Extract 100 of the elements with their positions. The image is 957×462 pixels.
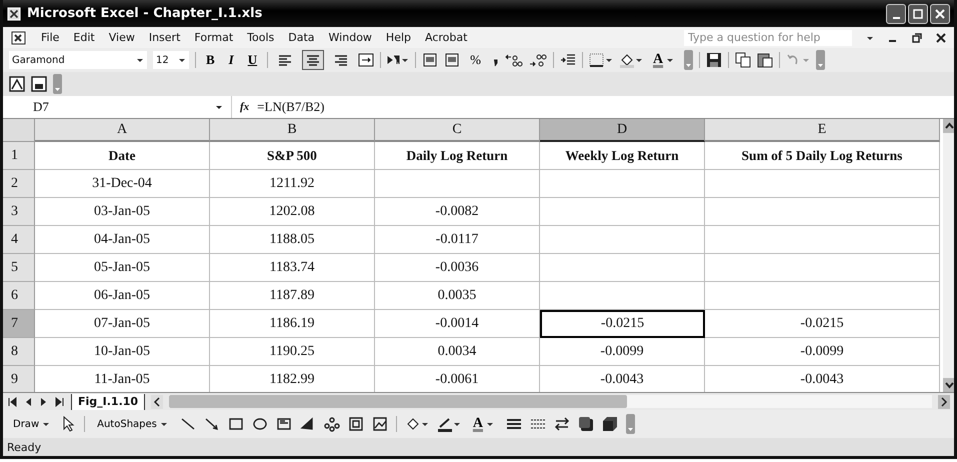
menu-item[interactable]: Help <box>386 31 411 44</box>
table-cell[interactable] <box>540 254 705 282</box>
insert-function-button[interactable]: fx <box>232 101 258 113</box>
table-cell[interactable] <box>705 198 940 226</box>
text-box-icon[interactable] <box>276 416 292 432</box>
underline-button[interactable]: U <box>244 50 262 70</box>
scroll-down-icon[interactable] <box>943 378 954 392</box>
table-cell[interactable]: Sum of 5 Daily Log Returns <box>705 142 940 170</box>
autoshapes-menu-button[interactable]: AutoShapes <box>93 414 172 434</box>
first-sheet-icon[interactable] <box>7 396 17 406</box>
menu-item[interactable]: Edit <box>73 31 95 44</box>
line-icon[interactable] <box>180 416 196 432</box>
minimize-button[interactable] <box>886 4 906 24</box>
image-icon[interactable] <box>372 416 388 432</box>
table-cell[interactable]: S&P 500 <box>210 142 375 170</box>
table-cell[interactable]: -0.0215 <box>705 310 940 338</box>
menu-item[interactable]: Insert <box>148 31 180 44</box>
table-cell[interactable]: 1202.08 <box>210 198 375 226</box>
toolbar-options-icon[interactable] <box>53 74 62 94</box>
vertical-scrollbar[interactable] <box>943 119 954 392</box>
menu-item[interactable]: Tools <box>247 31 274 44</box>
toolbar-options-icon[interactable] <box>816 50 826 70</box>
table-cell[interactable]: 1183.74 <box>210 254 375 282</box>
table-cell[interactable]: -0.0036 <box>375 254 540 282</box>
sheet-tab[interactable]: Fig_I.1.10 <box>71 394 146 410</box>
row-header[interactable]: 9 <box>3 366 35 392</box>
table-cell[interactable]: 1186.19 <box>210 310 375 338</box>
column-header[interactable]: A <box>35 119 210 142</box>
table-cell[interactable]: 0.0034 <box>375 338 540 366</box>
table-cell[interactable]: 1188.05 <box>210 226 375 254</box>
row-header[interactable]: 7 <box>3 310 35 338</box>
scroll-left-icon[interactable] <box>151 394 164 408</box>
rectangle-icon[interactable] <box>228 416 244 432</box>
column-header[interactable]: D <box>540 119 705 142</box>
row-header[interactable]: 3 <box>3 198 35 226</box>
formula-field[interactable]: =LN(B7/B2) <box>257 99 324 115</box>
dash-style-icon[interactable] <box>530 417 546 431</box>
diagram-icon[interactable] <box>324 416 340 432</box>
save-icon[interactable] <box>706 52 722 68</box>
toolbar-options-icon[interactable] <box>626 414 635 434</box>
decrease-decimal-icon[interactable] <box>528 53 547 67</box>
caret-icon[interactable] <box>178 56 186 64</box>
arrow-style-icon[interactable] <box>554 417 570 431</box>
3d-style-icon[interactable] <box>602 416 618 432</box>
shadow-icon[interactable] <box>578 416 594 432</box>
oval-icon[interactable] <box>252 416 268 432</box>
menu-item[interactable]: File <box>41 31 60 44</box>
scroll-right-icon[interactable] <box>938 394 950 408</box>
table-cell[interactable]: 0.0035 <box>375 282 540 310</box>
table-cell[interactable]: -0.0099 <box>540 338 705 366</box>
menu-item[interactable]: Format <box>194 31 234 44</box>
font-color-button[interactable]: A <box>648 50 678 70</box>
percent-button[interactable]: % <box>466 50 485 70</box>
table-cell[interactable] <box>705 254 940 282</box>
paste-icon[interactable] <box>757 52 774 68</box>
indent-icon[interactable] <box>560 53 576 67</box>
close-icon[interactable] <box>936 32 946 42</box>
maximize-button[interactable] <box>908 4 928 24</box>
table-cell[interactable] <box>540 198 705 226</box>
table-cell[interactable]: 1187.89 <box>210 282 375 310</box>
font-color-button[interactable]: A <box>468 414 498 434</box>
bold-button[interactable]: B <box>202 50 219 70</box>
line-style-icon[interactable] <box>506 417 522 431</box>
menu-item[interactable]: Window <box>328 31 372 44</box>
table-cell[interactable]: Weekly Log Return <box>540 142 705 170</box>
table-cell[interactable] <box>540 170 705 198</box>
horizontal-scrollbar[interactable] <box>169 395 932 408</box>
copy-icon[interactable] <box>735 52 752 68</box>
restore-icon[interactable] <box>912 32 922 42</box>
page-icon[interactable] <box>422 52 438 68</box>
table-cell[interactable]: 05-Jan-05 <box>35 254 210 282</box>
table-cell[interactable]: 1211.92 <box>210 170 375 198</box>
row-header[interactable]: 2 <box>3 170 35 198</box>
table-cell[interactable] <box>540 226 705 254</box>
font-size-field[interactable]: 12 <box>153 51 189 69</box>
menu-item[interactable]: View <box>108 31 135 44</box>
table-cell[interactable] <box>705 170 940 198</box>
line-color-icon[interactable] <box>436 416 461 432</box>
table-cell[interactable]: 06-Jan-05 <box>35 282 210 310</box>
fill-color-icon[interactable] <box>618 52 643 68</box>
caret-icon[interactable] <box>136 56 144 64</box>
fill-color-icon[interactable] <box>404 416 429 432</box>
help-search-field[interactable]: Type a question for help <box>684 30 852 46</box>
merge-cells-icon[interactable] <box>358 53 374 67</box>
table-cell[interactable]: -0.0014 <box>375 310 540 338</box>
table-cell[interactable] <box>705 282 940 310</box>
close-button[interactable] <box>930 4 950 24</box>
column-header[interactable]: C <box>375 119 540 142</box>
table-cell[interactable]: Daily Log Return <box>375 142 540 170</box>
last-sheet-icon[interactable] <box>55 396 65 406</box>
italic-button[interactable]: I <box>224 50 238 70</box>
pointer-icon[interactable] <box>62 416 76 432</box>
font-name-field[interactable]: Garamond <box>9 51 147 69</box>
table-cell[interactable] <box>375 170 540 198</box>
menu-item[interactable]: Acrobat <box>425 31 468 44</box>
caret-icon[interactable] <box>215 103 223 111</box>
name-box[interactable]: D7 <box>3 96 232 118</box>
column-header[interactable]: E <box>705 119 940 142</box>
table-cell[interactable]: Date <box>35 142 210 170</box>
table-cell[interactable] <box>705 226 940 254</box>
